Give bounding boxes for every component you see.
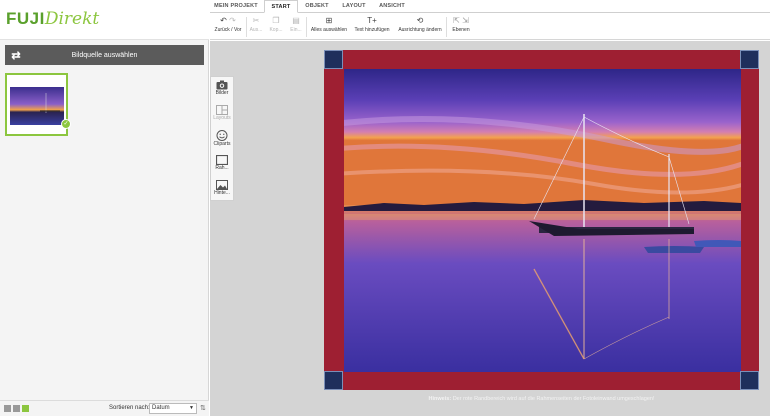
main-tabs: MEIN PROJEKT START OBJEKT LAYOUT ANSICHT [210, 0, 770, 13]
palette-frames-label: Rah... [215, 165, 229, 171]
sort-direction-icon[interactable]: ⇅ [200, 404, 206, 412]
logo-direkt: Direkt [44, 9, 100, 29]
rotate-page-icon: ⟲ [416, 16, 424, 25]
left-footer: Sortieren nach: Datum ▼ ⇅ [0, 400, 209, 416]
toolbar-divider [446, 17, 447, 37]
tab-start[interactable]: START [264, 0, 298, 13]
thumbnail-image [10, 87, 64, 125]
undo-redo-button[interactable]: ↶ ↷ Zurück / Vor [212, 16, 244, 38]
sort-select[interactable]: Datum ▼ [149, 403, 197, 414]
cut-label: Aus... [249, 27, 263, 33]
select-all-icon: ⊞ [325, 16, 333, 25]
view-small-grid-icon[interactable] [22, 405, 29, 412]
layers-icon: ⇱ ⇲ [453, 16, 469, 25]
select-all-label: Alles auswählen [310, 27, 348, 33]
paste-label: Ein... [290, 27, 302, 33]
palette-images-label: Bilder [215, 90, 229, 96]
change-orientation-button[interactable]: ⟲ Ausrichtung ändern [396, 16, 444, 38]
wrap-border-hint: Hinweis: Der rote Randbereich wird auf d… [324, 396, 759, 402]
camera-icon [216, 80, 228, 90]
sort-select-value: Datum [152, 405, 170, 411]
corner-handle-bottom-left[interactable] [324, 371, 343, 390]
palette-cliparts-label: Cliparts [213, 141, 231, 147]
undo-redo-label: Zurück / Vor [214, 27, 242, 33]
canvas-photo[interactable] [344, 69, 741, 372]
fujidirekt-logo: FUJIDirekt [6, 9, 99, 29]
toolbar-divider [306, 17, 307, 37]
logo-area: FUJIDirekt [0, 0, 209, 40]
image-thumbnail[interactable]: ✓ [5, 73, 71, 136]
chevron-down-icon: ▼ [189, 405, 194, 411]
layers-label: Ebenen [452, 27, 470, 33]
toolbar: ↶ ↷ Zurück / Vor ✂ Aus... ❐ Kop... ▤ Ein… [210, 13, 770, 40]
palette-layouts-label: Layouts [213, 115, 231, 121]
scissors-icon: ✂ [252, 16, 260, 25]
paste-icon: ▤ [292, 16, 300, 25]
hint-text: Der rote Randbereich wird auf die Rahmen… [452, 396, 655, 402]
add-text-button[interactable]: T+ Text hinzufügen [352, 16, 392, 38]
undo-redo-icon: ↶ ↷ [220, 16, 236, 25]
corner-handle-bottom-right[interactable] [740, 371, 759, 390]
copy-button[interactable]: ❐ Kop... [267, 16, 285, 38]
selected-check-icon: ✓ [61, 119, 71, 129]
palette-cliparts[interactable]: Cliparts [211, 127, 233, 152]
select-all-button[interactable]: ⊞ Alles auswählen [309, 16, 349, 38]
text-add-icon: T+ [367, 16, 377, 25]
frame-icon [216, 155, 228, 165]
hint-label: Hinweis: [428, 396, 452, 402]
palette-backgrounds[interactable]: Hinte... [211, 177, 233, 202]
copy-label: Kop... [269, 27, 283, 33]
corner-handle-top-left[interactable] [324, 50, 343, 69]
add-text-label: Text hinzufügen [354, 27, 390, 33]
tab-ansicht[interactable]: ANSICHT [374, 0, 410, 13]
tab-mein-projekt[interactable]: MEIN PROJEKT [212, 0, 260, 13]
select-image-source-button[interactable]: ⇄ Bildquelle auswählen [5, 45, 204, 65]
copy-icon: ❐ [272, 16, 280, 25]
palette-backgrounds-label: Hinte... [214, 190, 230, 196]
layout-grid-icon [216, 105, 228, 115]
cut-button[interactable]: ✂ Aus... [247, 16, 265, 38]
paste-button[interactable]: ▤ Ein... [287, 16, 305, 38]
palette-layouts[interactable]: Layouts [211, 102, 233, 127]
palette-images[interactable]: Bilder [211, 77, 233, 102]
tool-palette: Bilder Layouts Cliparts Rah... Hinte... [210, 76, 234, 201]
select-image-source-label: Bildquelle auswählen [71, 51, 138, 59]
swap-arrows-icon: ⇄ [11, 49, 21, 62]
background-image-icon [216, 180, 228, 190]
tab-layout[interactable]: LAYOUT [337, 0, 371, 13]
smiley-icon [216, 130, 228, 141]
view-large-icon[interactable] [4, 405, 11, 412]
tab-objekt[interactable]: OBJEKT [301, 0, 333, 13]
sunset-lake-photo [344, 69, 741, 372]
palette-frames[interactable]: Rah... [211, 152, 233, 177]
left-panel: FUJIDirekt ⇄ Bildquelle auswählen ✓ Sort… [0, 0, 209, 416]
sort-label: Sortieren nach: [109, 405, 150, 411]
change-orientation-label: Ausrichtung ändern [398, 27, 442, 33]
corner-handle-top-right[interactable] [740, 50, 759, 69]
layers-button[interactable]: ⇱ ⇲ Ebenen [448, 16, 474, 38]
view-medium-icon[interactable] [13, 405, 20, 412]
logo-fuji: FUJI [6, 9, 45, 28]
